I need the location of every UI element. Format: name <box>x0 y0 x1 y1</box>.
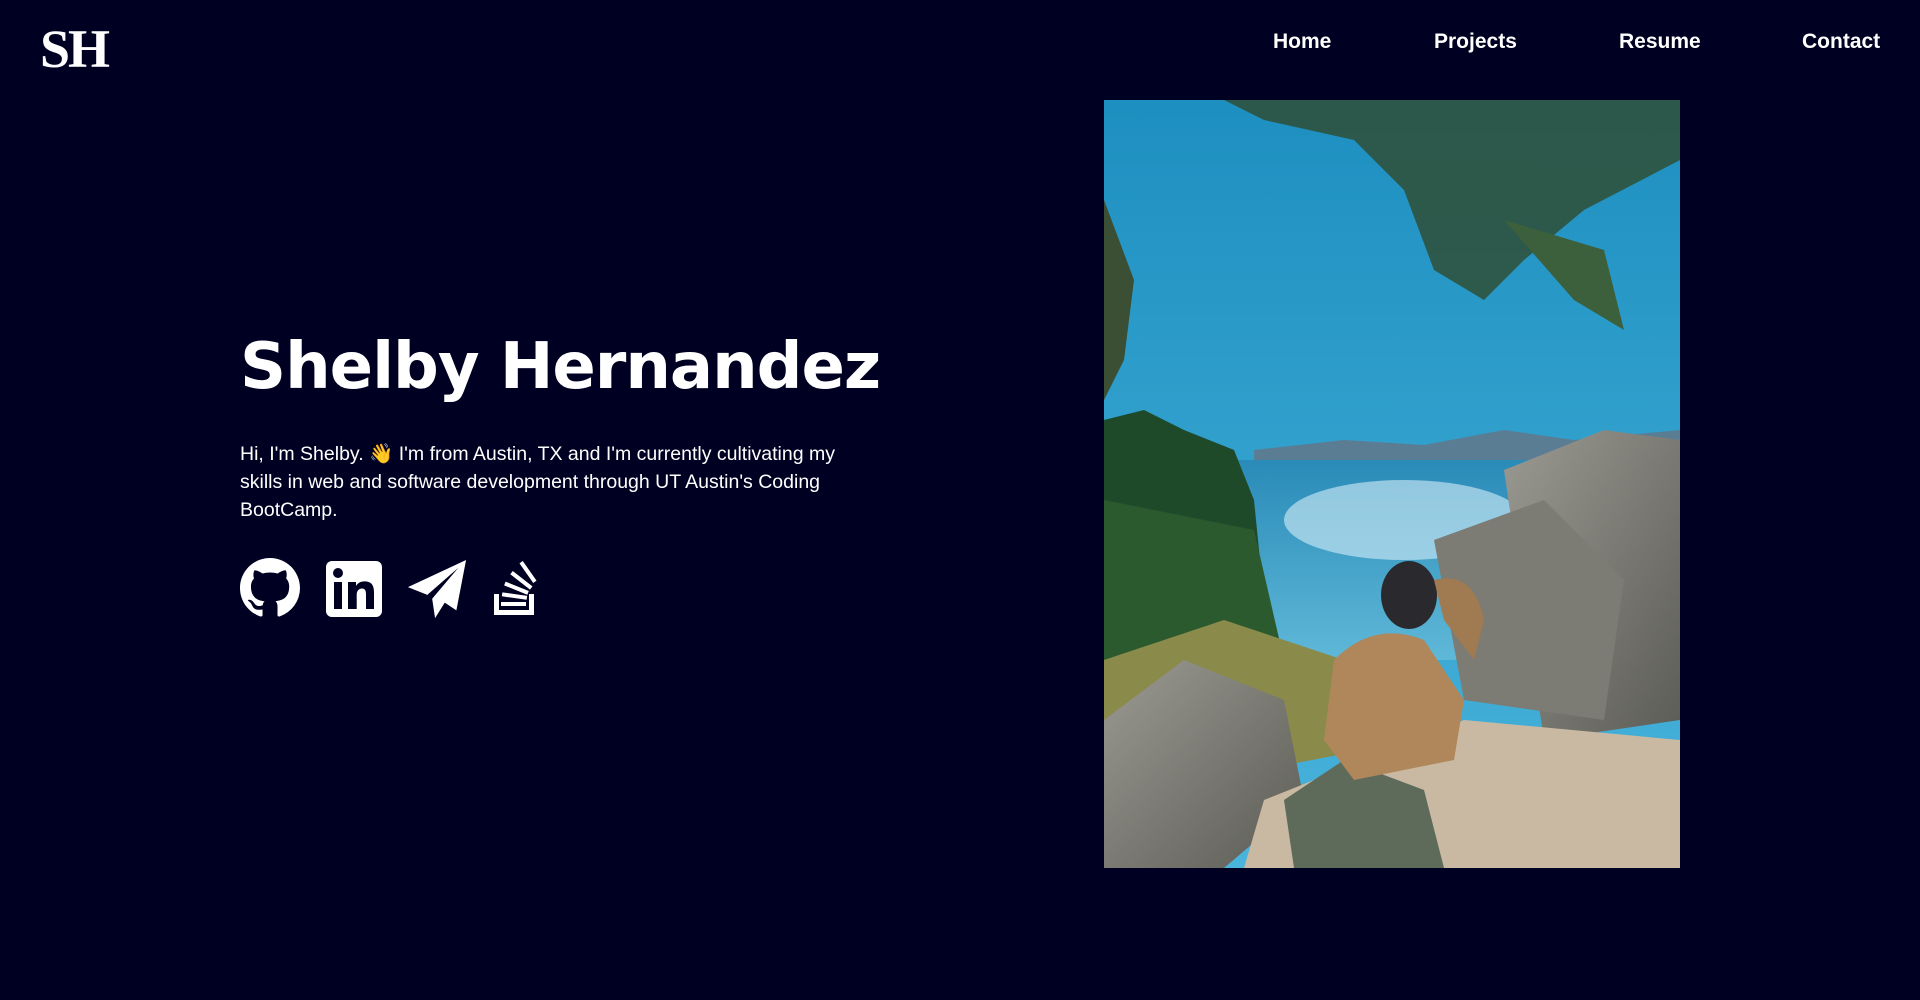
nav-projects-link[interactable]: Projects <box>1434 30 1517 54</box>
github-link[interactable] <box>240 558 300 618</box>
telegram-link[interactable] <box>406 558 468 620</box>
telegram-icon <box>407 559 467 619</box>
github-icon <box>240 558 300 617</box>
main-nav: Home Projects Resume Contact <box>0 30 1920 60</box>
linkedin-link[interactable] <box>326 558 382 617</box>
stackoverflow-link[interactable] <box>492 558 540 618</box>
nav-home-link[interactable]: Home <box>1273 30 1331 54</box>
hero-name: Shelby Hernandez <box>240 330 881 404</box>
profile-photo <box>1104 100 1680 868</box>
stackoverflow-icon <box>494 561 537 615</box>
nav-resume-link[interactable]: Resume <box>1619 30 1701 54</box>
nav-contact-link[interactable]: Contact <box>1802 30 1880 54</box>
hero-bio: Hi, I'm Shelby. 👋 I'm from Austin, TX an… <box>240 443 835 521</box>
linkedin-icon <box>326 561 382 617</box>
